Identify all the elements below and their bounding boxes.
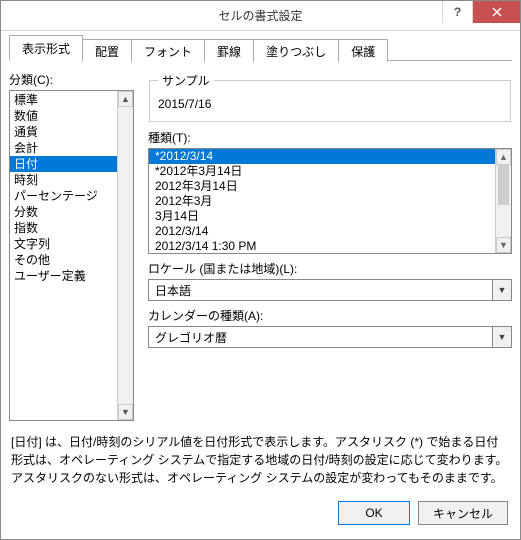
list-item[interactable]: その他: [10, 252, 133, 268]
list-item[interactable]: 会計: [10, 140, 133, 156]
sample-label: サンプル: [158, 72, 214, 89]
list-item[interactable]: 日付: [10, 156, 133, 172]
scroll-down-icon[interactable]: ▼: [118, 404, 133, 420]
list-item[interactable]: 3月14日: [149, 209, 511, 224]
list-item[interactable]: 時刻: [10, 172, 133, 188]
locale-combo[interactable]: 日本語 ▼: [148, 279, 512, 301]
tab-content: 分類(C): 標準数値通貨会計日付時刻パーセンテージ分数指数文字列その他ユーザー…: [9, 61, 512, 531]
list-item[interactable]: 文字列: [10, 236, 133, 252]
list-item[interactable]: 2012/3/14: [149, 224, 511, 239]
tab-5[interactable]: 保護: [338, 39, 388, 62]
tab-3[interactable]: 罫線: [204, 39, 254, 62]
type-label: 種類(T):: [148, 129, 512, 146]
help-button[interactable]: ?: [442, 1, 472, 23]
list-item[interactable]: *2012年3月14日: [149, 164, 511, 179]
tab-0[interactable]: 表示形式: [9, 35, 83, 61]
close-button[interactable]: [472, 1, 520, 23]
scroll-up-icon[interactable]: ▲: [118, 91, 133, 107]
content-upper: 分類(C): 標準数値通貨会計日付時刻パーセンテージ分数指数文字列その他ユーザー…: [9, 71, 512, 421]
scroll-up-icon[interactable]: ▲: [496, 149, 511, 165]
type-list[interactable]: *2012/3/14*2012年3月14日2012年3月14日2012年3月3月…: [148, 148, 512, 254]
list-item[interactable]: 2012/3/14 1:30 PM: [149, 239, 511, 254]
left-pane: 分類(C): 標準数値通貨会計日付時刻パーセンテージ分数指数文字列その他ユーザー…: [9, 71, 134, 421]
dialog-window: セルの書式設定 ? 表示形式配置フォント罫線塗りつぶし保護 分類(C): 標準数…: [0, 0, 521, 540]
tab-4[interactable]: 塗りつぶし: [253, 39, 339, 62]
type-scrollbar[interactable]: ▲ ▼: [495, 149, 511, 253]
list-item[interactable]: 通貨: [10, 124, 133, 140]
list-item[interactable]: 指数: [10, 220, 133, 236]
list-item[interactable]: *2012/3/14: [149, 149, 511, 164]
ok-button[interactable]: OK: [338, 501, 410, 525]
dialog-title: セルの書式設定: [218, 7, 302, 24]
list-item[interactable]: 2012年3月14日: [149, 179, 511, 194]
tab-bar: 表示形式配置フォント罫線塗りつぶし保護: [9, 37, 512, 61]
tab-2[interactable]: フォント: [131, 39, 205, 62]
scroll-down-icon[interactable]: ▼: [496, 237, 511, 253]
locale-label: ロケール (国または地域)(L):: [148, 260, 512, 277]
titlebar: セルの書式設定 ?: [1, 1, 520, 31]
calendar-label: カレンダーの種類(A):: [148, 307, 512, 324]
right-pane: サンプル 2015/7/16 種類(T): *2012/3/14*2012年3月…: [148, 71, 512, 421]
list-item[interactable]: 標準: [10, 92, 133, 108]
list-item[interactable]: ユーザー定義: [10, 268, 133, 284]
dialog-body: 表示形式配置フォント罫線塗りつぶし保護 分類(C): 標準数値通貨会計日付時刻パ…: [1, 31, 520, 539]
tab-1[interactable]: 配置: [82, 39, 132, 62]
chevron-down-icon[interactable]: ▼: [492, 279, 512, 301]
list-item[interactable]: パーセンテージ: [10, 188, 133, 204]
calendar-combo[interactable]: グレゴリオ暦 ▼: [148, 326, 512, 348]
calendar-value: グレゴリオ暦: [148, 326, 492, 348]
close-icon: [492, 7, 502, 17]
chevron-down-icon[interactable]: ▼: [492, 326, 512, 348]
locale-value: 日本語: [148, 279, 492, 301]
scrollbar-thumb[interactable]: [498, 165, 509, 205]
titlebar-controls: ?: [442, 1, 520, 23]
button-row: OK キャンセル: [9, 487, 512, 531]
category-label: 分類(C):: [9, 71, 134, 88]
list-item[interactable]: 2012年3月: [149, 194, 511, 209]
category-scrollbar[interactable]: ▲ ▼: [117, 91, 133, 420]
sample-section: サンプル 2015/7/16: [148, 71, 512, 123]
category-list[interactable]: 標準数値通貨会計日付時刻パーセンテージ分数指数文字列その他ユーザー定義 ▲ ▼: [9, 90, 134, 421]
cancel-button[interactable]: キャンセル: [418, 501, 508, 525]
list-item[interactable]: 数値: [10, 108, 133, 124]
sample-value: 2015/7/16: [158, 95, 502, 113]
list-item[interactable]: 分数: [10, 204, 133, 220]
description-text: [日付] は、日付/時刻のシリアル値を日付形式で表示します。アスタリスク (*)…: [9, 421, 512, 487]
